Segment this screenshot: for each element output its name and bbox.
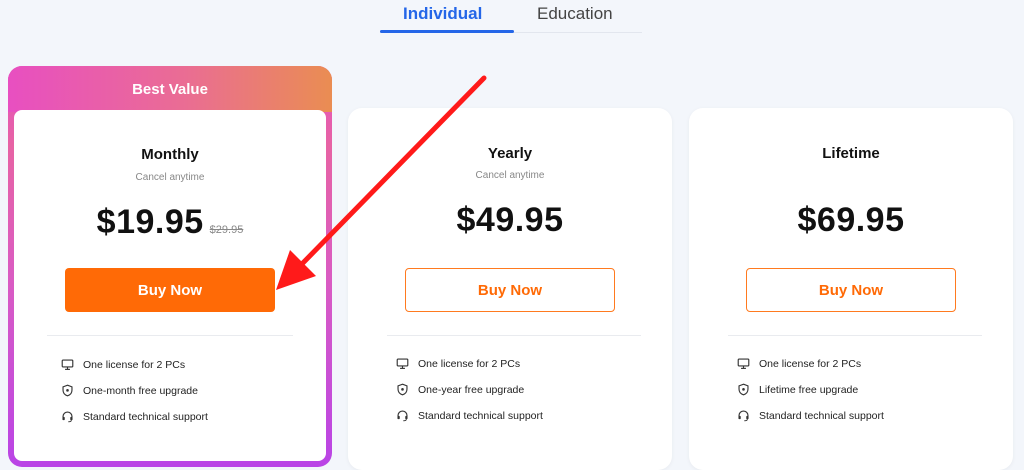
feature-text: One license for 2 PCs: [83, 358, 186, 371]
feature-item: Lifetime free upgrade: [737, 383, 858, 396]
feature-text: Standard technical support: [418, 409, 543, 422]
plan-card-yearly: Yearly Cancel anytime $49.95 Buy Now One…: [348, 108, 672, 470]
buy-now-label: Buy Now: [137, 281, 203, 299]
feature-text: One license for 2 PCs: [759, 357, 862, 370]
divider: [387, 335, 641, 336]
shield-icon: [62, 384, 73, 397]
buy-now-label: Buy Now: [818, 281, 884, 299]
plan-card-monthly-body: Monthly Cancel anytime $19.95 $29.95 Buy …: [14, 110, 326, 461]
headset-icon: [62, 411, 73, 423]
headset-icon: [397, 410, 408, 422]
plan-card-monthly: Best Value Monthly Cancel anytime $19.95…: [8, 66, 332, 467]
feature-text: One-month free upgrade: [83, 384, 198, 397]
original-price: $29.95: [209, 224, 244, 236]
monitor-icon: [396, 358, 409, 369]
buy-now-label: Buy Now: [477, 281, 543, 299]
tab-individual[interactable]: Individual: [403, 4, 482, 24]
plan-tabs: Individual Education: [380, 0, 642, 33]
shield-icon: [397, 383, 408, 396]
plan-name: Yearly: [487, 145, 533, 162]
plan-subtitle: Cancel anytime: [475, 170, 545, 181]
tab-education[interactable]: Education: [537, 4, 613, 24]
feature-item: One-month free upgrade: [61, 384, 198, 397]
feature-item: One license for 2 PCs: [396, 357, 520, 370]
feature-text: Lifetime free upgrade: [759, 383, 859, 396]
feature-text: One license for 2 PCs: [418, 357, 521, 370]
best-value-banner: Best Value: [8, 66, 332, 112]
feature-text: Standard technical support: [759, 409, 884, 422]
best-value-label: Best Value: [132, 80, 208, 98]
feature-item: One license for 2 PCs: [737, 357, 861, 370]
divider: [47, 335, 293, 336]
feature-text: Standard technical support: [83, 410, 208, 423]
buy-now-button[interactable]: Buy Now: [405, 268, 615, 312]
plan-price: $69.95: [797, 201, 905, 239]
price-row: $19.95 $29.95: [14, 203, 326, 242]
divider: [728, 335, 982, 336]
plan-price: $49.95: [456, 201, 564, 239]
feature-item: Standard technical support: [737, 409, 884, 422]
feature-item: One-year free upgrade: [396, 383, 524, 396]
monitor-icon: [61, 359, 74, 370]
feature-item: One license for 2 PCs: [61, 358, 185, 371]
headset-icon: [738, 410, 749, 422]
price-row: $49.95: [348, 201, 672, 240]
monitor-icon: [737, 358, 750, 369]
buy-now-button[interactable]: Buy Now: [746, 268, 956, 312]
active-tab-indicator: [380, 30, 514, 33]
plan-name: Monthly: [141, 146, 199, 163]
plan-price: $19.95: [96, 203, 204, 241]
feature-text: One-year free upgrade: [418, 383, 525, 396]
plan-subtitle: Cancel anytime: [135, 172, 205, 183]
price-row: $69.95: [689, 201, 1013, 240]
plan-name: Lifetime: [822, 145, 880, 162]
feature-item: Standard technical support: [61, 410, 208, 423]
plan-card-lifetime: Lifetime $69.95 Buy Now One license for …: [689, 108, 1013, 470]
feature-item: Standard technical support: [396, 409, 543, 422]
shield-icon: [738, 383, 749, 396]
buy-now-button[interactable]: Buy Now: [65, 268, 275, 312]
